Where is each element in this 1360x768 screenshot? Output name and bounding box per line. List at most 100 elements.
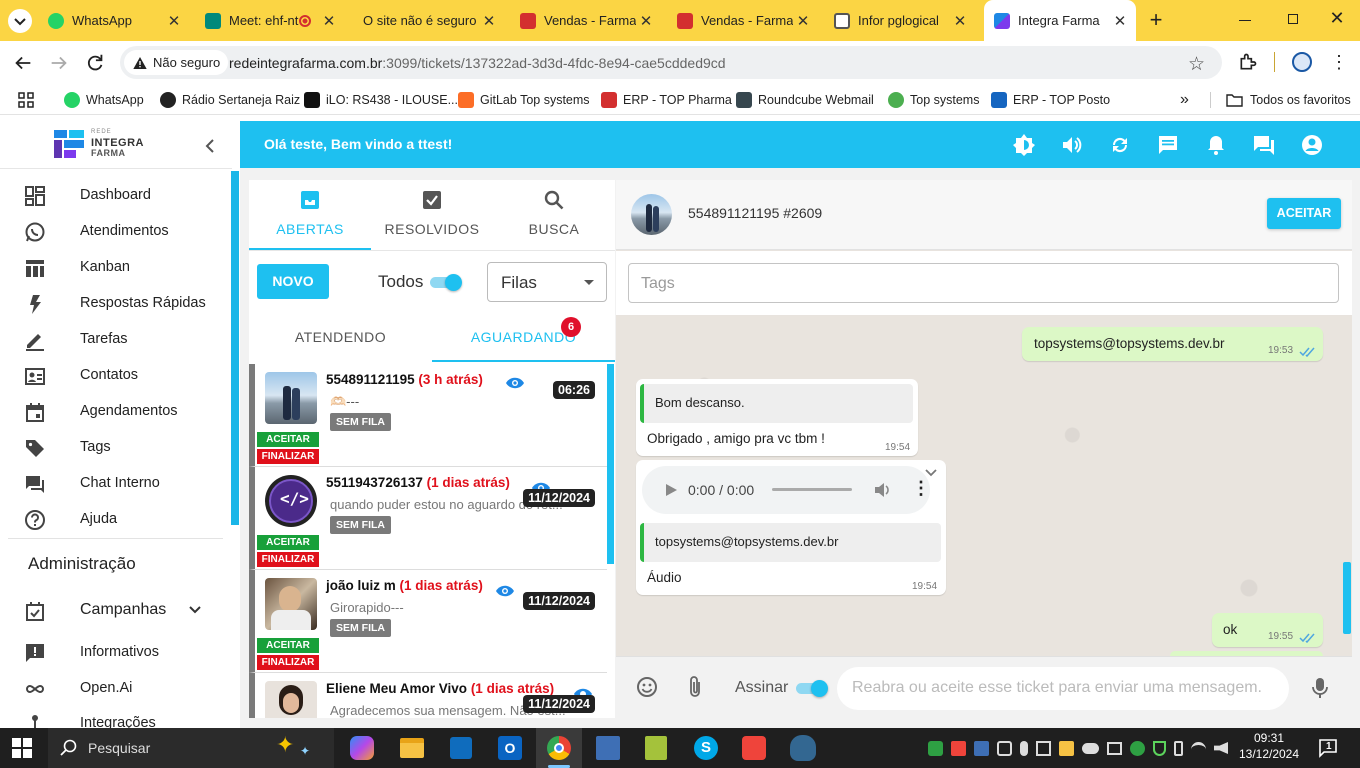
ticket-item[interactable]: Eliene Meu Amor Vivo (1 dias atrás) Agra…: [249, 673, 607, 718]
new-tab-button[interactable]: +: [1144, 8, 1168, 32]
eye-icon[interactable]: [495, 584, 515, 598]
copilot-app-icon[interactable]: [350, 736, 374, 760]
collapse-sidebar-button[interactable]: [200, 136, 220, 156]
emoji-button[interactable]: [636, 676, 658, 698]
bookmark-radio[interactable]: Rádio Sertaneja Raiz: [160, 85, 300, 115]
attach-button[interactable]: [685, 675, 705, 699]
close-icon[interactable]: ✕: [636, 12, 656, 30]
tray-mic-icon[interactable]: [1020, 740, 1028, 756]
bookmark-ilo[interactable]: iLO: RS438 - ILOUSE...: [304, 85, 458, 115]
close-window-button[interactable]: ✕: [1324, 8, 1350, 32]
tray-camera-icon[interactable]: [997, 740, 1012, 756]
tab-abertas[interactable]: ABERTAS: [249, 180, 371, 250]
internal-chat-button[interactable]: [1252, 133, 1276, 157]
tab-resolvidos[interactable]: RESOLVIDOS: [371, 180, 493, 250]
chrome-app-icon[interactable]: [536, 728, 582, 768]
url-text[interactable]: redeintegrafarma.com.br:3099/tickets/137…: [229, 55, 726, 71]
bookmark-erp-pharma[interactable]: ERP - TOP Pharma: [601, 85, 732, 115]
tray-anydesk-icon[interactable]: [951, 740, 966, 756]
tab-busca[interactable]: BUSCA: [493, 180, 615, 250]
volume-icon[interactable]: [874, 482, 892, 498]
bookmark-top-systems[interactable]: Top systems: [888, 85, 979, 115]
tab-infor-pglogical[interactable]: Infor pglogical ✕: [824, 0, 976, 41]
accept-ticket-button[interactable]: ACEITAR: [1267, 198, 1341, 229]
bookmark-gitlab[interactable]: GitLab Top systems: [458, 85, 590, 115]
tab-integra-farma[interactable]: Integra Farma ✕: [984, 0, 1136, 41]
forward-button[interactable]: [48, 52, 70, 74]
mic-button[interactable]: [1311, 676, 1329, 700]
tray-wifi-icon[interactable]: [1191, 742, 1206, 754]
nav-campanhas[interactable]: Campanhas: [0, 592, 232, 628]
accept-badge[interactable]: ACEITAR: [257, 638, 319, 653]
postgres-app-icon[interactable]: [790, 735, 816, 761]
bookmarks-overflow-icon[interactable]: »: [1180, 85, 1189, 115]
tray-volume-icon[interactable]: [1214, 742, 1228, 754]
brand-logo[interactable]: REDE INTEGRA FARMA: [54, 129, 154, 160]
tab-search-button[interactable]: [8, 9, 32, 33]
tray-battery-icon[interactable]: [1174, 740, 1183, 756]
file-explorer-app-icon[interactable]: [400, 738, 424, 758]
subtab-aguardando[interactable]: AGUARDANDO 6: [432, 316, 615, 362]
audio-player[interactable]: 0:00 / 0:00 ⋮: [642, 466, 930, 514]
nav-dashboard[interactable]: Dashboard: [0, 177, 232, 213]
nav-openai[interactable]: Open.Ai: [0, 670, 232, 706]
nav-respostas-rapidas[interactable]: Respostas Rápidas: [0, 285, 232, 321]
audio-progress[interactable]: [772, 488, 852, 491]
message-input[interactable]: Reabra ou aceite esse ticket para enviar…: [837, 667, 1289, 710]
spreadsheet-app-icon[interactable]: [645, 736, 667, 760]
back-button[interactable]: [12, 52, 34, 74]
close-icon[interactable]: ✕: [319, 12, 339, 30]
tray-network-icon[interactable]: [974, 740, 989, 756]
accept-badge[interactable]: ACEITAR: [257, 432, 319, 447]
theme-toggle-button[interactable]: [1012, 133, 1036, 157]
filas-select[interactable]: Filas: [487, 262, 607, 302]
chat-scrollbar[interactable]: [1343, 562, 1351, 634]
anydesk-app-icon[interactable]: [742, 736, 766, 760]
bookmark-roundcube[interactable]: Roundcube Webmail: [736, 85, 874, 115]
ticket-list-scrollbar[interactable]: [607, 364, 614, 564]
close-icon[interactable]: ✕: [1110, 12, 1130, 30]
subtab-atendendo[interactable]: ATENDENDO: [249, 316, 432, 362]
nav-agendamentos[interactable]: Agendamentos: [0, 393, 232, 429]
bookmark-whatsapp[interactable]: WhatsApp: [64, 85, 144, 115]
network-tool-app-icon[interactable]: [596, 736, 620, 760]
nav-tarefas[interactable]: Tarefas: [0, 321, 232, 357]
tab-vendas-2[interactable]: Vendas - Farmac ✕: [667, 0, 819, 41]
accept-badge[interactable]: ACEITAR: [257, 535, 319, 550]
bookmark-star-icon[interactable]: ☆: [1188, 53, 1205, 76]
notifications-button[interactable]: [1204, 133, 1228, 157]
more-options-icon[interactable]: ⋮: [912, 478, 930, 499]
security-chip[interactable]: Não seguro: [124, 50, 229, 75]
taskbar-search[interactable]: Pesquisar ✦ ✦: [48, 728, 334, 768]
tab-insecure-site[interactable]: O site não é seguro ✕: [353, 0, 505, 41]
minimize-button[interactable]: [1232, 10, 1258, 30]
tray-shield-icon[interactable]: [1153, 740, 1166, 756]
tab-meet[interactable]: Meet: ehf-nt ✕: [195, 0, 347, 41]
tray-app-icon[interactable]: [1059, 740, 1074, 756]
tray-display-icon[interactable]: [1107, 741, 1122, 755]
ticket-item[interactable]: ACEITAR FINALIZAR joão luiz m (1 dias at…: [249, 570, 607, 673]
close-icon[interactable]: ✕: [164, 12, 184, 30]
tray-check-icon[interactable]: [928, 740, 943, 756]
sidebar-scrollbar[interactable]: [231, 171, 239, 525]
tray-usb-icon[interactable]: [1036, 740, 1051, 756]
all-favorites[interactable]: Todos os favoritos: [1226, 85, 1351, 115]
outlook-app-icon[interactable]: O: [498, 736, 522, 760]
messages-button[interactable]: [1156, 133, 1180, 157]
restore-button[interactable]: [1280, 10, 1306, 30]
nav-tags[interactable]: Tags: [0, 429, 232, 465]
quoted-message[interactable]: Bom descanso.: [640, 384, 913, 423]
new-ticket-button[interactable]: NOVO: [257, 264, 329, 299]
apps-grid-icon[interactable]: [18, 92, 34, 108]
bookmark-erp-posto[interactable]: ERP - TOP Posto: [991, 85, 1110, 115]
finish-badge[interactable]: FINALIZAR: [257, 655, 319, 670]
clock[interactable]: 09:31 13/12/2024: [1238, 731, 1300, 765]
skype-app-icon[interactable]: S: [694, 736, 718, 760]
extensions-icon[interactable]: [1238, 52, 1258, 72]
refresh-button[interactable]: [1108, 133, 1132, 157]
nav-informativos[interactable]: Informativos: [0, 634, 232, 670]
tab-whatsapp[interactable]: WhatsApp ✕: [38, 0, 190, 41]
close-icon[interactable]: ✕: [479, 12, 499, 30]
menu-dots-icon[interactable]: ⋮: [1330, 52, 1348, 72]
nav-ajuda[interactable]: Ajuda: [0, 501, 232, 537]
